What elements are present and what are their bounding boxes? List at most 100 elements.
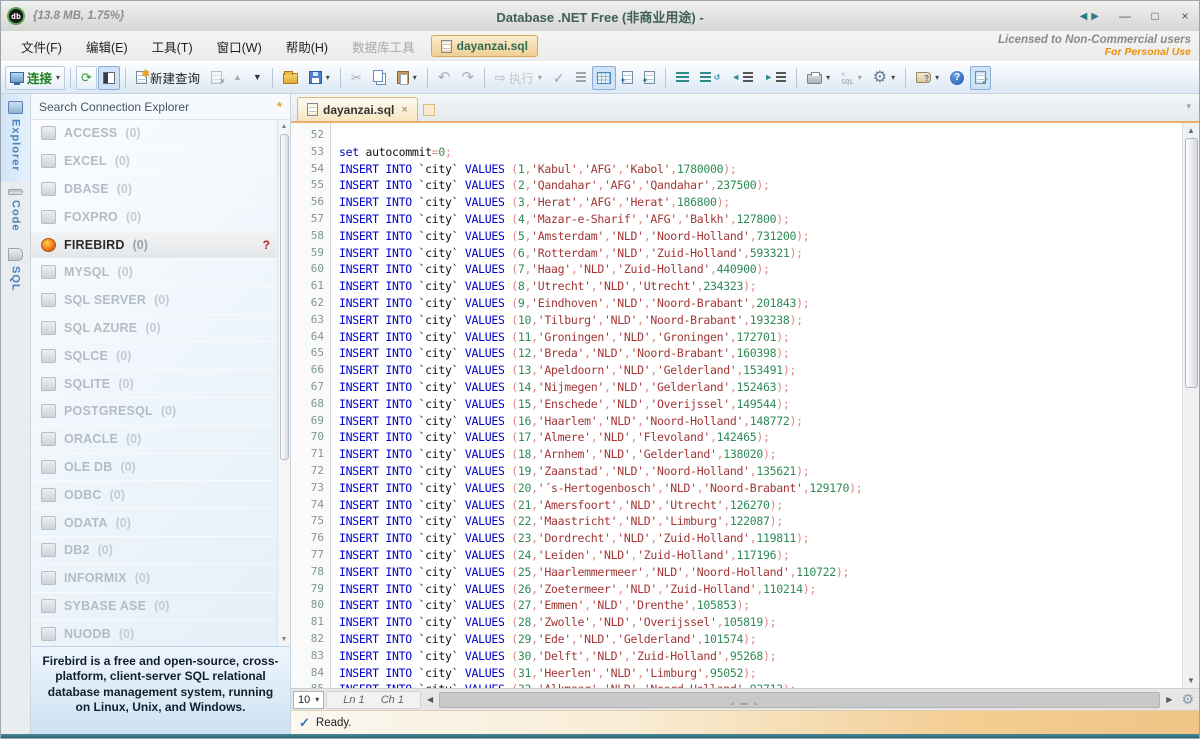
outdent-button[interactable]: ◄ [726, 66, 758, 90]
code-line[interactable]: INSERT INTO `city` VALUES (32,'Alkmaar',… [339, 681, 1182, 688]
print-button[interactable]: ▾ [802, 66, 835, 90]
execute-button[interactable]: ⇨ 执行 ▾ [490, 66, 547, 90]
code-line[interactable]: INSERT INTO `city` VALUES (29,'Ede','NLD… [339, 631, 1182, 648]
new-tab-stub[interactable] [423, 104, 435, 116]
connection-item-sql-server[interactable]: SQL SERVER(0) [31, 287, 276, 315]
cut-button[interactable]: ✂ [346, 66, 367, 90]
indent-button[interactable]: ► [759, 66, 791, 90]
connection-item-sqlce[interactable]: SQLCE(0) [31, 342, 276, 370]
code-line[interactable]: INSERT INTO `city` VALUES (22,'Maastrich… [339, 513, 1182, 530]
new-query-button[interactable]: ✱ 新建查询 [131, 66, 205, 90]
tab-list-chevron-icon[interactable]: ▾ [1186, 101, 1191, 112]
connection-item-oledb[interactable]: OLE DB(0) [31, 454, 276, 482]
save-button[interactable]: ▾ [304, 66, 335, 90]
connection-item-odbc[interactable]: ODBC(0) [31, 481, 276, 509]
menu-item[interactable]: 帮助(H) [276, 33, 338, 60]
editor-vertical-scrollbar[interactable]: ▲ ▼ [1182, 123, 1199, 688]
connection-item-nuodb[interactable]: NUODB(0) [31, 620, 276, 646]
code-line[interactable]: INSERT INTO `city` VALUES (20,'´s-Hertog… [339, 480, 1182, 497]
zoom-select[interactable]: 10 ▾ [293, 691, 324, 709]
window-nav-arrows[interactable]: ◀▶ [1080, 11, 1103, 22]
refresh-button[interactable]: ⟳ [76, 66, 97, 90]
code-line[interactable]: INSERT INTO `city` VALUES (4,'Mazar-e-Sh… [339, 211, 1182, 228]
code-line[interactable]: INSERT INTO `city` VALUES (24,'Leiden','… [339, 547, 1182, 564]
code-line[interactable]: INSERT INTO `city` VALUES (11,'Groningen… [339, 329, 1182, 346]
code-line[interactable]: INSERT INTO `city` VALUES (31,'Heerlen',… [339, 665, 1182, 682]
code-lines[interactable]: set autocommit=0;INSERT INTO `city` VALU… [331, 123, 1182, 688]
scroll-left-icon[interactable]: ◀ [423, 695, 437, 704]
code-line[interactable]: INSERT INTO `city` VALUES (16,'Haarlem',… [339, 413, 1182, 430]
code-line[interactable]: INSERT INTO `city` VALUES (19,'Zaanstad'… [339, 463, 1182, 480]
code-line[interactable]: INSERT INTO `city` VALUES (3,'Herat','AF… [339, 194, 1182, 211]
tab-sql[interactable]: SQL [1, 241, 30, 302]
code-line[interactable]: INSERT INTO `city` VALUES (28,'Zwolle','… [339, 614, 1182, 631]
code-line[interactable]: INSERT INTO `city` VALUES (9,'Eindhoven'… [339, 295, 1182, 312]
copy-button[interactable] [368, 66, 391, 90]
tab-code[interactable]: Code [1, 182, 30, 242]
scroll-up-icon[interactable]: ▲ [1183, 123, 1199, 138]
code-line[interactable]: set autocommit=0; [339, 144, 1182, 161]
code-line[interactable]: INSERT INTO `city` VALUES (17,'Almere','… [339, 429, 1182, 446]
code-line[interactable]: INSERT INTO `city` VALUES (1,'Kabul','AF… [339, 161, 1182, 178]
scrollbar-thumb[interactable] [280, 134, 289, 460]
sql-builder-button[interactable]: ⚒SQL▾ [836, 66, 867, 90]
export-file-button[interactable]: ✦ [639, 66, 660, 90]
favorites-star-icon[interactable]: * [277, 99, 282, 114]
scrollbar-thumb[interactable] [1185, 138, 1198, 388]
move-down-button[interactable]: ▼ [248, 66, 267, 90]
undo-button[interactable]: ↶ [433, 66, 456, 90]
paste-button[interactable]: ▾ [392, 66, 422, 90]
menu-item[interactable]: 窗口(W) [207, 33, 272, 60]
minimize-button[interactable]: — [1117, 9, 1133, 23]
scroll-down-icon[interactable]: ▼ [278, 633, 290, 646]
code-line[interactable]: INSERT INTO `city` VALUES (12,'Breda','N… [339, 345, 1182, 362]
connection-item-oracle[interactable]: ORACLE(0) [31, 426, 276, 454]
tab-explorer[interactable]: Explorer [1, 94, 30, 182]
scroll-up-icon[interactable]: ▲ [278, 120, 290, 133]
sidebar-toggle-button[interactable] [98, 66, 120, 90]
sidebar-scrollbar[interactable]: ▲ ▼ [277, 120, 290, 646]
code-line[interactable]: INSERT INTO `city` VALUES (23,'Dordrecht… [339, 530, 1182, 547]
menu-item[interactable]: 编辑(E) [76, 33, 138, 60]
connection-item-sybase[interactable]: SYBASE ASE(0) [31, 593, 276, 621]
code-line[interactable]: INSERT INTO `city` VALUES (6,'Rotterdam'… [339, 245, 1182, 262]
sql-editor[interactable]: 5253545556575859606162636465666768697071… [291, 123, 1199, 688]
search-row[interactable]: Search Connection Explorer * [31, 94, 290, 120]
code-line[interactable]: INSERT INTO `city` VALUES (26,'Zoetermee… [339, 581, 1182, 598]
connection-item-foxpro[interactable]: FOXPRO(0) [31, 203, 276, 231]
connection-item-firebird[interactable]: FIREBIRD(0)? [31, 231, 276, 259]
explain-plan-button[interactable] [571, 66, 591, 90]
code-line[interactable]: INSERT INTO `city` VALUES (8,'Utrecht','… [339, 278, 1182, 295]
validate-button[interactable]: ✓ [548, 66, 570, 90]
code-line[interactable]: INSERT INTO `city` VALUES (30,'Delft','N… [339, 648, 1182, 665]
code-line[interactable]: INSERT INTO `city` VALUES (21,'Amersfoor… [339, 497, 1182, 514]
connection-item-sql-azure[interactable]: SQL AZURE(0) [31, 315, 276, 343]
settings-button[interactable]: ⚙▾ [868, 66, 900, 90]
connect-button[interactable]: 连接 ▾ [5, 66, 65, 90]
menu-item[interactable]: 数据库工具 [342, 33, 425, 60]
connection-item-dbase[interactable]: DBASE(0) [31, 176, 276, 204]
move-up-button[interactable]: ▲ [228, 66, 247, 90]
help-book-button[interactable]: ▾ [911, 66, 944, 90]
menu-item[interactable]: 工具(T) [142, 33, 203, 60]
close-button[interactable]: × [1177, 9, 1193, 23]
maximize-button[interactable]: □ [1147, 9, 1163, 23]
code-line[interactable]: INSERT INTO `city` VALUES (15,'Enschede'… [339, 396, 1182, 413]
code-line[interactable]: INSERT INTO `city` VALUES (2,'Qandahar',… [339, 177, 1182, 194]
code-line[interactable]: INSERT INTO `city` VALUES (10,'Tilburg',… [339, 312, 1182, 329]
splitter-handle[interactable]: ▴ ▬ ▴ [731, 699, 759, 707]
connection-item-odata[interactable]: ODATA(0) [31, 509, 276, 537]
connection-item-postgresql[interactable]: POSTGRESQL(0) [31, 398, 276, 426]
horizontal-scrollbar[interactable] [439, 692, 1160, 708]
connection-item-sqlite[interactable]: SQLITE(0) [31, 370, 276, 398]
scroll-down-icon[interactable]: ▼ [1183, 673, 1199, 688]
validate-document-button[interactable]: ✓ [970, 66, 991, 90]
code-line[interactable]: INSERT INTO `city` VALUES (14,'Nijmegen'… [339, 379, 1182, 396]
grid-view-button[interactable] [592, 66, 616, 90]
close-document-button[interactable]: × [206, 66, 227, 90]
code-line[interactable]: INSERT INTO `city` VALUES (18,'Arnhem','… [339, 446, 1182, 463]
code-line[interactable]: INSERT INTO `city` VALUES (27,'Emmen','N… [339, 597, 1182, 614]
format-sql-button[interactable] [671, 66, 694, 90]
scroll-right-icon[interactable]: ▶ [1162, 695, 1176, 704]
code-line[interactable]: INSERT INTO `city` VALUES (7,'Haag','NLD… [339, 261, 1182, 278]
